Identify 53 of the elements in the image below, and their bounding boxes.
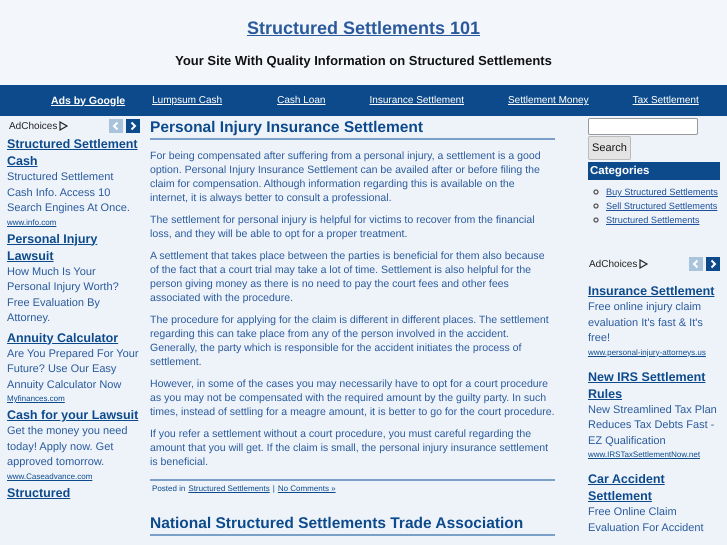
ad-text: Are You Prepared For Your Future? Use Our Easy Annuity Calculator Now: [7, 346, 140, 392]
post-paragraph: The procedure for applying for the claim is different in different places. The settlement regarding this can take place from any of the person involved in the accident. Generally, the party which is responsible for the accident initiates the process of settlement.: [150, 313, 550, 369]
category-link[interactable]: Structured Settlements: [606, 215, 700, 225]
post-title[interactable]: Personal Injury Insurance Settlement: [150, 119, 555, 140]
ad-url-link[interactable]: www.personal-injury-attorneys.us: [588, 348, 720, 356]
ad-text: How Much Is Your Personal Injury Worth? Free Evaluation By Attorney.: [7, 264, 120, 326]
ad-title-link[interactable]: Personal Injury Lawsuit: [7, 230, 140, 264]
nav-link[interactable]: Tax Settlement: [632, 95, 699, 106]
ad-text: Get the money you need today! Apply now. Get approved tomorrow.: [7, 424, 128, 470]
post-paragraph: For being compensated after suffering from a personal injury, a settlement is a good option. Personal Injury Insurance Settlement can be availed after or before filing the claim for compensation. Although information regarding this is available on the internet, it is always better to consult a professional.: [150, 149, 542, 205]
post-paragraph: However, in some of the cases you may necessarily have to opt for a court procedure as you may not be compensated with the required amount by the guilty party. In such times, instead of settling for a meagre amount, it is better to go for the court procedure.: [150, 377, 555, 419]
ad-title-link[interactable]: Cash for your Lawsuit: [7, 407, 140, 424]
site-tagline: Your Site With Quality Information on Structured Settlements: [175, 53, 552, 68]
nav-link[interactable]: Insurance Settlement: [370, 95, 464, 106]
adchoices-label[interactable]: AdChoices: [589, 258, 648, 270]
ads-label-link[interactable]: Ads by Google: [51, 94, 126, 106]
post-paragraph: A settlement that takes place between the parties is beneficial for them also because of the fact that a court trial may take a lot of time. Settlement is also helpful for the person giving money as there is no need to pay the court fees and other fees associated with the procedure.: [150, 249, 546, 305]
adchoices-icon: [639, 259, 648, 269]
search-button[interactable]: Search: [588, 136, 631, 160]
ad-title-link[interactable]: Structured: [7, 484, 140, 502]
ad-title-link[interactable]: Annuity Calculator: [7, 330, 140, 346]
ad-text: New Streamlined Tax Plan Reduces Tax Debts Fast - EZ Qualification: [588, 402, 718, 448]
ad-title-link[interactable]: Car Accident Settlement: [588, 471, 720, 505]
bullet-icon: [593, 217, 599, 223]
ad-text: Free Online Claim Evaluation For Accident: [588, 505, 705, 536]
ad-title-link[interactable]: Structured Settlement Cash: [7, 136, 140, 170]
bullet-icon: [593, 203, 599, 209]
search-field[interactable]: [588, 118, 698, 135]
nav-link[interactable]: Cash Loan: [277, 95, 326, 106]
ad-text: Free online injury claim evaluation It's fast & It's free!: [588, 300, 704, 346]
ad-url-link[interactable]: www.IRSTaxSettlementNow.net: [588, 450, 720, 459]
ad-url-link[interactable]: www.Caseadvance.com: [7, 472, 140, 480]
meta-separator: |: [272, 484, 275, 493]
ad-title-link[interactable]: Insurance Settlement: [588, 283, 720, 300]
adchoices-icon: [59, 121, 68, 131]
ad-title-link[interactable]: New IRS Settlement Rules: [588, 368, 720, 402]
adchoices-label[interactable]: AdChoices: [9, 120, 68, 132]
bullet-icon: [593, 189, 599, 195]
post-paragraph: If you refer a settlement without a court procedure, you must careful regarding the amount that you will get. If the claim is small, the personal injury insurance settlement is beneficial.: [150, 427, 550, 469]
site-title[interactable]: Structured Settlements 101: [246, 18, 480, 39]
ad-url-link[interactable]: Myfinances.com: [7, 394, 140, 403]
ad-text: Structured Settlement Cash Info. Access 10 Search Engines At Once.: [7, 170, 131, 216]
category-link[interactable]: Buy Structured Settlements: [606, 187, 718, 197]
comments-link[interactable]: No Comments »: [278, 484, 336, 493]
post-paragraph: The settlement for personal injury is helpful for victims to recover from the financial loss, and they will be able to opt for a proper treatment.: [150, 213, 536, 241]
nav-link[interactable]: Settlement Money: [508, 95, 589, 106]
category-link[interactable]: Sell Structured Settlements: [606, 201, 718, 211]
ad-url-link[interactable]: www.info.com: [7, 218, 140, 226]
nav-link[interactable]: Lumpsum Cash: [152, 95, 222, 106]
posted-in-label: Posted in: [152, 484, 186, 493]
category-link[interactable]: Structured Settlements: [188, 484, 270, 493]
categories-heading: Categories: [588, 162, 720, 180]
post-title[interactable]: National Structured Settlements Trade Association: [150, 515, 555, 536]
